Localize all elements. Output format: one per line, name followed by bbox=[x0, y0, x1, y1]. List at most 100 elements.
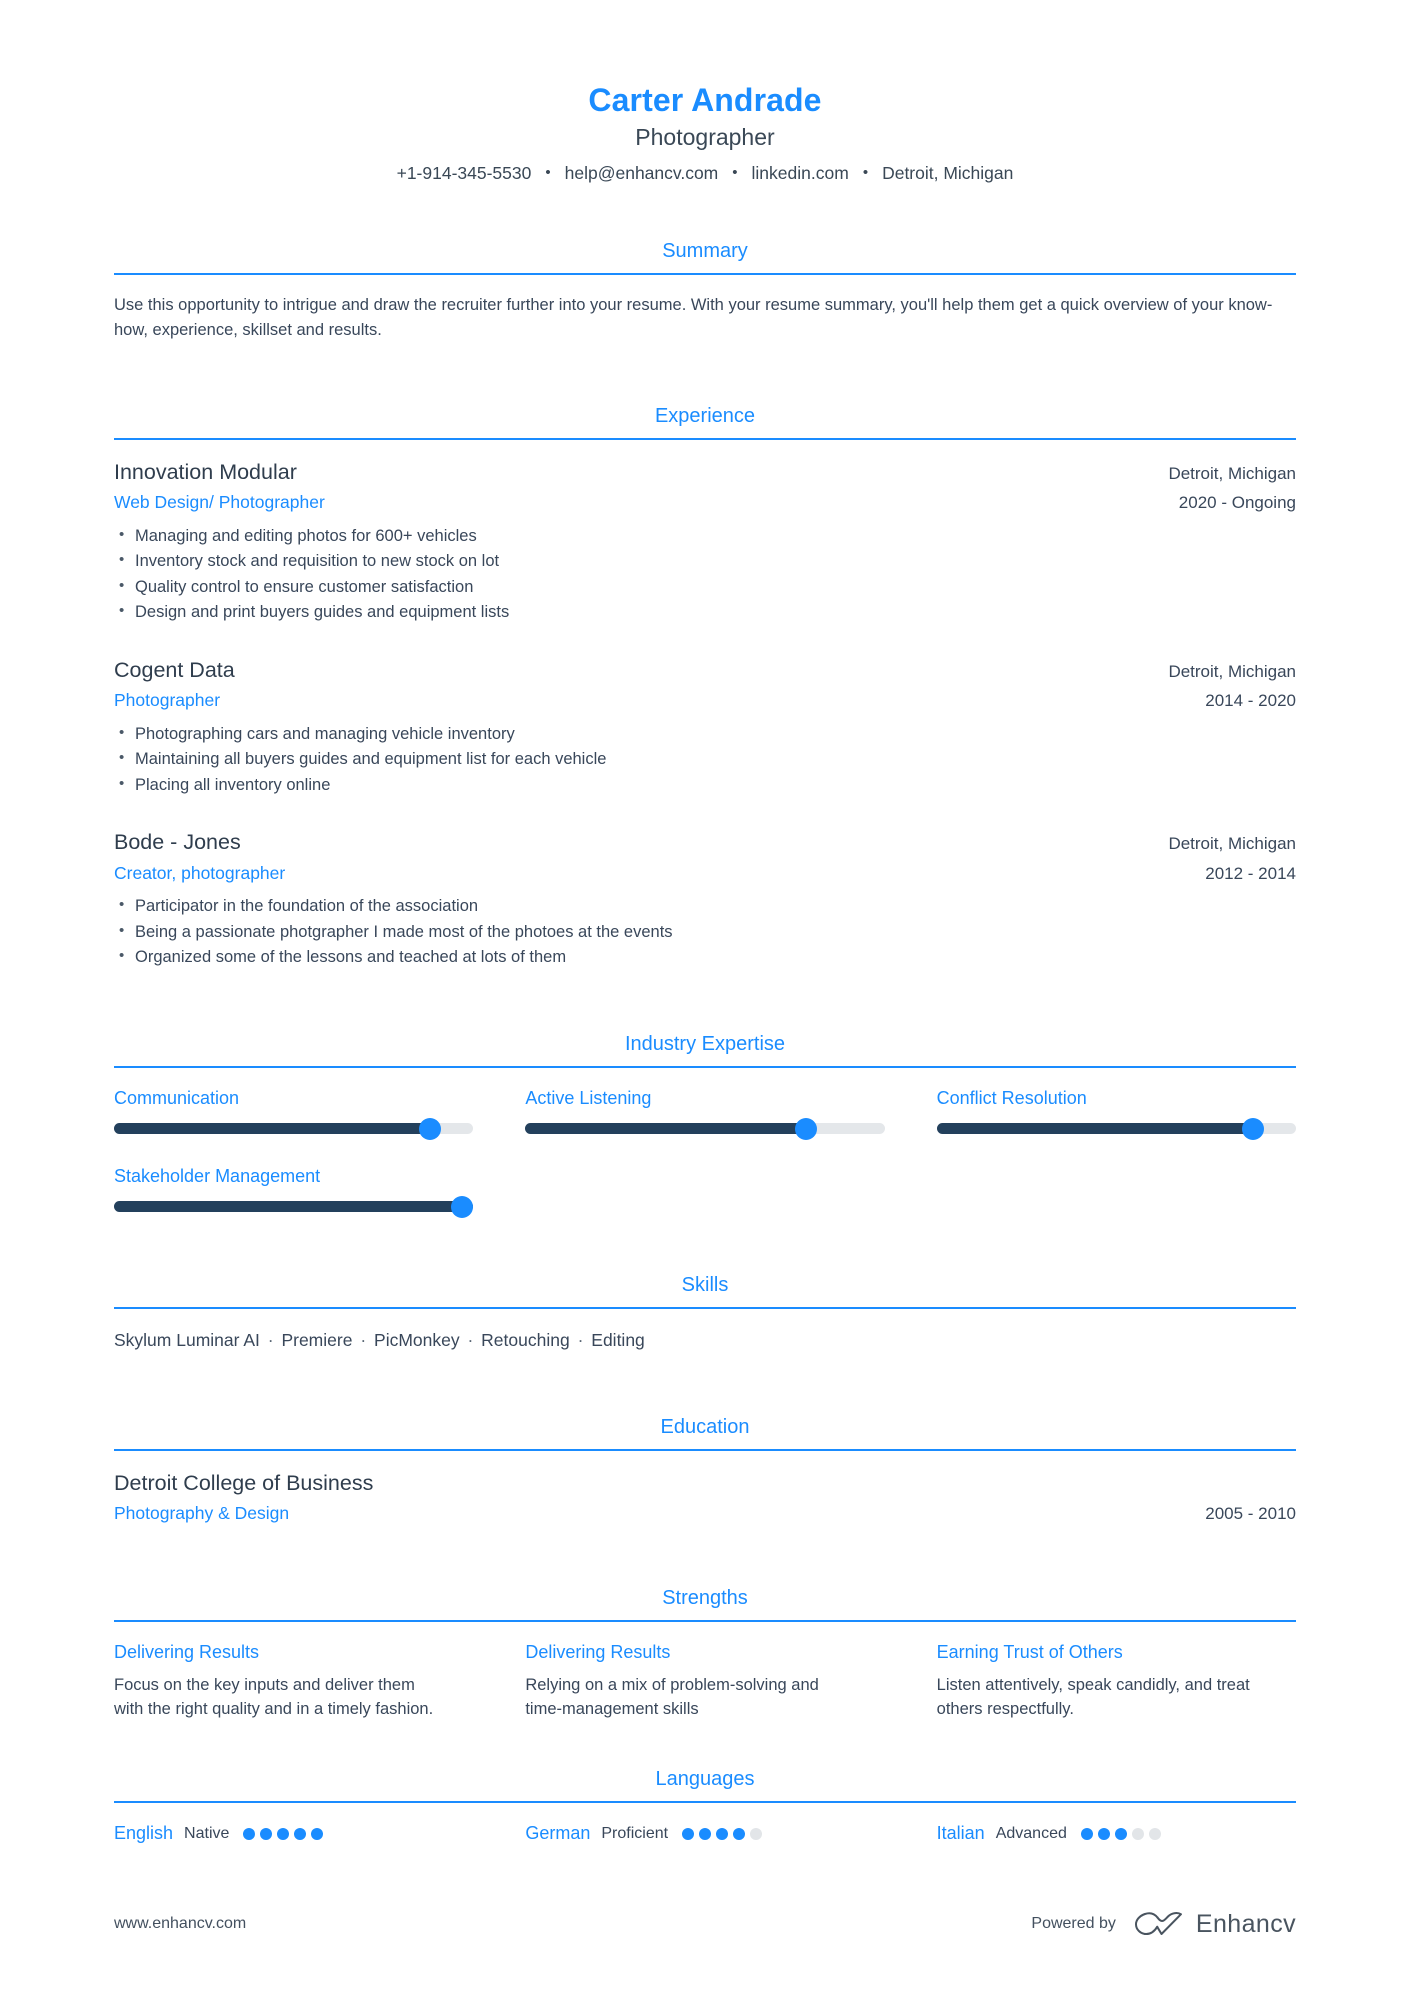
expertise-item: Stakeholder Management bbox=[114, 1164, 474, 1218]
section-skills: Skills Skylum Luminar AI · Premiere · Pi… bbox=[114, 1272, 1296, 1353]
strength-item: Delivering Results Relying on a mix of pr… bbox=[525, 1640, 884, 1722]
infinity-heart-icon bbox=[1134, 1912, 1182, 1936]
summary-text: Use this opportunity to intrigue and dra… bbox=[114, 296, 1273, 340]
experience-entry-subhead: Web Design/ Photographer 2020 - Ongoing bbox=[114, 490, 1296, 515]
job-dates: 2014 - 2020 bbox=[1205, 691, 1296, 710]
contact-item[interactable]: linkedin.com bbox=[752, 161, 849, 186]
slider-thumb[interactable] bbox=[419, 1117, 442, 1140]
expertise-slider[interactable] bbox=[114, 1195, 474, 1218]
section-divider bbox=[114, 1620, 1296, 1623]
section-industry-expertise: Industry Expertise Communication Active L… bbox=[114, 1031, 1296, 1218]
rating-dot-empty bbox=[1131, 1827, 1144, 1840]
page-footer: www.enhancv.com Powered by Enhancv bbox=[114, 1911, 1296, 1937]
strength-title: Earning Trust of Others bbox=[936, 1642, 1123, 1663]
skills-list: Skylum Luminar AI · Premiere · PicMonkey… bbox=[114, 1327, 1296, 1353]
experience-entry-head: Bode - Jones Detroit, Michigan bbox=[114, 828, 1296, 857]
footer-brand: Powered by Enhancv bbox=[1031, 1911, 1296, 1937]
language-level: Native bbox=[184, 1824, 230, 1842]
rating-dot-empty bbox=[750, 1827, 763, 1840]
job-bullet: Inventory stock and requisition to new s… bbox=[114, 548, 1296, 575]
section-heading-strengths: Strengths bbox=[662, 1587, 748, 1610]
contact-separator: • bbox=[862, 163, 869, 181]
job-bullet: Being a passionate photgrapher I made mo… bbox=[114, 919, 1296, 946]
strengths-grid: Delivering Results Focus on the key input… bbox=[114, 1640, 1296, 1722]
rating-dot-filled bbox=[699, 1827, 712, 1840]
footer-url[interactable]: www.enhancv.com bbox=[114, 1913, 246, 1935]
job-location: Detroit, Michigan bbox=[1168, 834, 1296, 854]
job-dates: 2012 - 2014 bbox=[1205, 863, 1296, 883]
expertise-slider[interactable] bbox=[114, 1117, 474, 1140]
expertise-slider[interactable] bbox=[936, 1117, 1296, 1140]
rating-dot-empty bbox=[1148, 1827, 1161, 1840]
language-rating-dots bbox=[1080, 1827, 1161, 1840]
rating-dot-filled bbox=[277, 1827, 290, 1840]
slider-fill bbox=[114, 1201, 474, 1213]
expertise-label: Stakeholder Management bbox=[114, 1166, 321, 1187]
brand-name: Enhancv bbox=[1195, 1909, 1296, 1938]
language-item: German Proficient bbox=[525, 1821, 884, 1846]
company-name: Innovation Modular bbox=[114, 459, 297, 484]
job-bullet: Quality control to ensure customer satis… bbox=[114, 574, 1296, 601]
rating-dot-filled bbox=[260, 1827, 273, 1840]
job-bullet-list: Photographing cars and managing vehicle … bbox=[114, 721, 1296, 799]
rating-dot-filled bbox=[682, 1827, 695, 1840]
expertise-label: Active Listening bbox=[525, 1087, 652, 1108]
slider-fill bbox=[114, 1123, 431, 1135]
job-location: Detroit, Michigan bbox=[1168, 661, 1296, 681]
job-role: Web Design/ Photographer bbox=[114, 491, 325, 512]
contact-item[interactable]: help@enhancv.com bbox=[565, 161, 719, 186]
experience-entry-subhead: Creator, photographer 2012 - 2014 bbox=[114, 861, 1296, 886]
skills-separator: · bbox=[462, 1330, 479, 1351]
strength-title: Delivering Results bbox=[525, 1642, 671, 1663]
job-bullet: Maintaining all buyers guides and equipm… bbox=[114, 746, 1296, 773]
slider-thumb[interactable] bbox=[1241, 1117, 1264, 1140]
experience-entry-head: Innovation Modular Detroit, Michigan bbox=[114, 458, 1296, 487]
section-education: Education Detroit College of Business Pho… bbox=[114, 1414, 1296, 1526]
languages-grid: English Native German Proficient Italian Adva… bbox=[114, 1821, 1296, 1846]
resume-page: Carter Andrade Photographer +1-914-345-5… bbox=[0, 0, 1410, 1995]
job-bullet: Design and print buyers guides and equip… bbox=[114, 599, 1296, 626]
education-list: Detroit College of Business Photography &… bbox=[114, 1469, 1296, 1526]
powered-by-label: Powered by bbox=[1031, 1914, 1116, 1932]
language-rating-dots bbox=[243, 1827, 324, 1840]
job-role: Photographer bbox=[114, 690, 221, 710]
language-name: English bbox=[114, 1823, 174, 1844]
experience-list: Innovation Modular Detroit, Michigan Web D… bbox=[114, 458, 1296, 971]
language-name: German bbox=[525, 1823, 591, 1844]
slider-thumb[interactable] bbox=[794, 1117, 817, 1140]
rating-dot-filled bbox=[243, 1827, 256, 1840]
job-role: Creator, photographer bbox=[114, 862, 286, 883]
slider-thumb[interactable] bbox=[451, 1195, 474, 1218]
language-level: Advanced bbox=[995, 1824, 1067, 1842]
section-heading-skills: Skills bbox=[681, 1274, 729, 1297]
language-level: Proficient bbox=[601, 1824, 669, 1842]
strength-title: Delivering Results bbox=[114, 1642, 260, 1663]
experience-entry: Cogent Data Detroit, Michigan Photographer… bbox=[114, 656, 1296, 799]
slider-fill bbox=[936, 1123, 1253, 1135]
skill-item: PicMonkey bbox=[374, 1330, 460, 1351]
company-name: Cogent Data bbox=[114, 657, 235, 682]
contact-separator: • bbox=[545, 163, 551, 181]
skills-separator: · bbox=[355, 1330, 372, 1351]
contact-separator: • bbox=[732, 163, 738, 181]
experience-entry-subhead: Photographer 2014 - 2020 bbox=[114, 688, 1296, 713]
contact-item[interactable]: Detroit, Michigan bbox=[882, 161, 1013, 186]
education-entry-subhead: Photography & Design 2005 - 2010 bbox=[114, 1501, 1296, 1526]
strength-item: Delivering Results Focus on the key input… bbox=[114, 1640, 473, 1722]
section-strengths: Strengths Delivering Results Focus on the… bbox=[114, 1585, 1296, 1722]
job-bullet: Organized some of the lessons and teache… bbox=[114, 944, 1296, 971]
contact-item[interactable]: +1-914-345-5530 bbox=[397, 161, 532, 186]
job-bullet: Participator in the foundation of the as… bbox=[114, 893, 1296, 920]
skill-item: Skylum Luminar AI bbox=[114, 1330, 260, 1351]
rating-dot-filled bbox=[733, 1827, 746, 1840]
job-bullet-list: Managing and editing photos for 600+ veh… bbox=[114, 523, 1296, 626]
experience-entry: Bode - Jones Detroit, Michigan Creator, ph… bbox=[114, 828, 1296, 971]
skill-item: Premiere bbox=[281, 1330, 353, 1351]
expertise-slider[interactable] bbox=[525, 1117, 885, 1140]
section-divider bbox=[114, 1307, 1296, 1310]
degree-name: Photography & Design bbox=[114, 1502, 290, 1523]
